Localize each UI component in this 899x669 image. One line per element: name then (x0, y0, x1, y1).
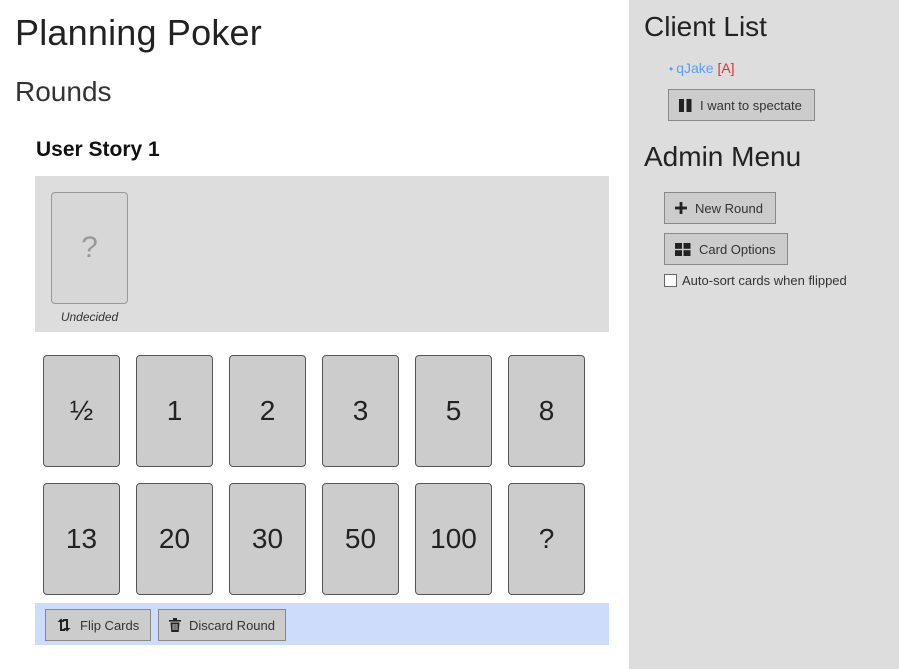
admin-badge: [A] (717, 60, 735, 76)
deck-card[interactable]: 50 (322, 483, 399, 595)
deck-card[interactable]: ? (508, 483, 585, 595)
trash-icon (169, 618, 181, 632)
user-story-title: User Story 1 (36, 138, 160, 161)
autosort-option[interactable]: Auto-sort cards when flipped (664, 273, 847, 288)
plus-icon (675, 202, 687, 214)
client-name: qJake (676, 60, 714, 76)
flip-icon (56, 618, 72, 632)
round-action-bar: Flip Cards Discard Round (35, 603, 609, 645)
flip-cards-label: Flip Cards (80, 617, 140, 633)
deck-card[interactable]: 30 (229, 483, 306, 595)
deck-card[interactable]: 5 (415, 355, 492, 467)
pause-icon (679, 98, 692, 112)
new-round-label: New Round (695, 200, 763, 216)
flip-cards-button[interactable]: Flip Cards (45, 609, 151, 641)
played-card: ? (51, 192, 128, 304)
list-bullet: • (669, 62, 674, 76)
deck-card[interactable]: 20 (136, 483, 213, 595)
deck-card[interactable]: 100 (415, 483, 492, 595)
spectate-label: I want to spectate (700, 97, 802, 113)
card-options-button[interactable]: Card Options (664, 233, 788, 265)
sidebar: Client List • qJake [A] I want to spectat… (629, 0, 899, 669)
new-round-button[interactable]: New Round (664, 192, 776, 224)
card-options-label: Card Options (699, 241, 776, 257)
autosort-label: Auto-sort cards when flipped (682, 273, 847, 288)
page-title: Planning Poker (15, 12, 262, 53)
deck-card[interactable]: 1 (136, 355, 213, 467)
autosort-checkbox[interactable] (664, 274, 677, 287)
deck-card[interactable]: 2 (229, 355, 306, 467)
discard-round-button[interactable]: Discard Round (158, 609, 286, 641)
grid-icon (675, 242, 691, 256)
admin-menu-title: Admin Menu (644, 141, 802, 172)
played-card-status: Undecided (60, 310, 119, 324)
client-list-title: Client List (644, 11, 767, 42)
spectate-button[interactable]: I want to spectate (668, 89, 815, 121)
deck-card[interactable]: 8 (508, 355, 585, 467)
deck-card[interactable]: 3 (322, 355, 399, 467)
played-cards-area: ? Undecided (35, 176, 609, 332)
deck-card[interactable]: ½ (43, 355, 120, 467)
deck-card[interactable]: 13 (43, 483, 120, 595)
main-panel: Planning Poker Rounds User Story 1 ? Und… (0, 0, 629, 669)
client-list-item: • qJake [A] (669, 60, 735, 76)
rounds-heading: Rounds (15, 76, 112, 107)
discard-round-label: Discard Round (189, 617, 275, 633)
